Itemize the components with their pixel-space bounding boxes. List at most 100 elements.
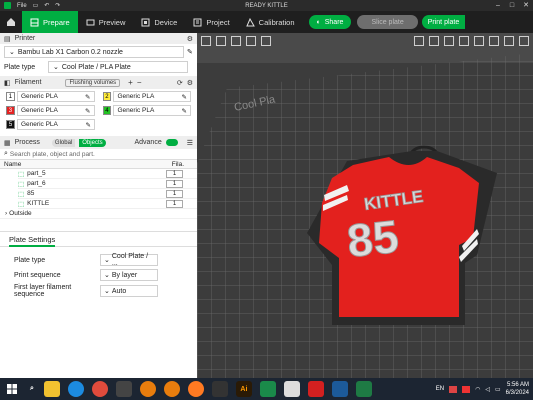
filament-index[interactable]: 1 (166, 169, 183, 178)
print-plate-button[interactable]: Print plate (421, 15, 466, 29)
filament-settings-icon[interactable]: ⚙ (187, 79, 193, 87)
flushing-volumes-button[interactable]: Flushing volumes (65, 78, 121, 87)
name-column-header[interactable]: Name (4, 161, 21, 168)
save-icon[interactable]: ▭ (33, 2, 39, 9)
advance-switch[interactable] (165, 139, 178, 146)
sketchup-icon[interactable] (331, 381, 348, 397)
print-sequence-select[interactable]: ⌄ By layer (100, 269, 158, 281)
printer-settings-icon[interactable]: ⚙ (187, 35, 193, 43)
edit-printer-icon[interactable]: ✎ (187, 48, 193, 56)
filament-slot-1-color[interactable]: 1 (6, 92, 15, 101)
move-icon[interactable] (414, 36, 424, 46)
grid-icon[interactable] (216, 36, 226, 46)
chrome-icon[interactable] (91, 381, 108, 397)
filament-slot-1-select[interactable]: Generic PLA ✎ (16, 91, 95, 102)
layout-icon[interactable] (261, 36, 271, 46)
filament-slot-4-select[interactable]: Generic PLA ✎ (113, 105, 191, 116)
arrange-icon[interactable] (231, 36, 241, 46)
filament-slot-5-select[interactable]: Generic PLA ✎ (17, 119, 95, 130)
sync-icon[interactable]: ⟳ (177, 79, 183, 87)
store-icon[interactable] (115, 381, 132, 397)
plate-settings-title[interactable]: Plate Settings (9, 235, 56, 247)
filament-slot-4-color[interactable]: 4 (102, 106, 112, 115)
cut-icon[interactable] (459, 36, 469, 46)
volume-icon[interactable]: ◁ (485, 386, 490, 393)
edit-icon[interactable]: ✎ (182, 107, 187, 115)
support-icon[interactable] (474, 36, 484, 46)
filament-slot-3-color[interactable]: 3 (6, 106, 15, 115)
inkscape-icon[interactable] (211, 381, 228, 397)
chevron-down-icon: ⌄ (53, 64, 59, 71)
first-layer-sequence-select[interactable]: ⌄ Auto (100, 285, 158, 297)
maximize-icon[interactable]: □ (505, 0, 519, 11)
search-icon[interactable]: ⌕ (28, 381, 36, 397)
slice-plate-button[interactable]: Slice plate (357, 15, 418, 29)
filament-index[interactable]: 1 (166, 189, 183, 198)
edge-icon[interactable] (67, 381, 84, 397)
filament-slot-3-select[interactable]: Generic PLA ✎ (16, 105, 95, 116)
blender-icon[interactable] (139, 381, 156, 397)
blender-2-icon[interactable] (163, 381, 180, 397)
edit-icon[interactable]: ✎ (182, 93, 187, 101)
battery-icon[interactable]: ▭ (495, 386, 501, 393)
objects-toggle[interactable]: Objects (79, 138, 106, 147)
printer-select[interactable]: ⌄ Bambu Lab X1 Carbon 0.2 nozzle (4, 46, 184, 58)
acrobat-icon[interactable] (307, 381, 324, 397)
edit-icon[interactable]: ✎ (86, 121, 91, 129)
minimize-icon[interactable]: – (491, 0, 505, 11)
object-search-input[interactable]: Search plate, object and part. (10, 151, 95, 158)
home-icon[interactable] (0, 11, 22, 33)
language-indicator[interactable]: EN (436, 386, 444, 392)
rotate-icon[interactable] (429, 36, 439, 46)
process-list-icon[interactable]: ☰ (187, 139, 193, 147)
tab-prepare[interactable]: Prepare (22, 11, 78, 33)
measure-icon[interactable] (519, 36, 529, 46)
share-button[interactable]: ◐ Share (308, 15, 352, 29)
advance-label: Advance (134, 139, 162, 146)
file-explorer-icon[interactable] (43, 381, 60, 397)
bambu-studio-icon[interactable] (259, 381, 276, 397)
filament-index[interactable]: 1 (166, 199, 183, 208)
preview-icon (86, 18, 95, 27)
plate-type-select[interactable]: ⌄ Cool Plate / PLA Plate (48, 61, 188, 73)
edit-icon[interactable]: ✎ (85, 107, 90, 115)
tab-preview[interactable]: Preview (78, 11, 134, 33)
gmail-icon[interactable] (449, 385, 458, 393)
tray-app-icon[interactable] (462, 385, 471, 393)
tree-row-part-5[interactable]: ⬚ part_5 1 (18, 169, 197, 179)
fila-column-header[interactable]: Fila. (172, 161, 184, 168)
remove-filament-icon[interactable]: − (137, 78, 142, 87)
filament-slot-2-select[interactable]: Generic PLA ✎ (113, 91, 191, 102)
seam-icon[interactable] (489, 36, 499, 46)
orient-icon[interactable] (246, 36, 256, 46)
tab-project[interactable]: Project (185, 11, 237, 33)
plate-type-setting-select[interactable]: ⌄ Cool Plate / ... (100, 253, 158, 267)
redo-icon[interactable]: ↷ (55, 2, 60, 9)
text-icon[interactable] (504, 36, 514, 46)
tree-row-kittle[interactable]: ⬚ KITTLE 1 (18, 199, 197, 209)
excel-icon[interactable] (355, 381, 372, 397)
tab-calibration[interactable]: Calibration (238, 11, 303, 33)
undo-icon[interactable]: ↶ (44, 2, 49, 9)
3d-viewport[interactable]: Cool Pla KITTLE 85 (197, 33, 533, 378)
filament-slot-5-color[interactable]: 5 (6, 120, 15, 129)
clock[interactable]: 5:56 AM 6/3/2024 (506, 381, 529, 397)
tree-row-part-6[interactable]: ⬚ part_6 1 (18, 179, 197, 189)
filament-index[interactable]: 1 (166, 179, 183, 188)
add-object-icon[interactable] (201, 36, 211, 46)
global-toggle[interactable]: Global (51, 138, 76, 147)
tree-row-85[interactable]: ⬚ 85 1 (18, 189, 197, 199)
windows-start-icon[interactable] (4, 381, 20, 397)
filament-slot-2-color[interactable]: 2 (102, 92, 112, 101)
wifi-icon[interactable]: ◠ (475, 386, 480, 393)
tree-row-outside[interactable]: › Outside (0, 209, 197, 219)
app-icon[interactable] (283, 381, 300, 397)
file-menu[interactable]: File (17, 3, 27, 9)
add-filament-icon[interactable]: + (128, 78, 133, 87)
firefox-icon[interactable] (187, 381, 204, 397)
scale-icon[interactable] (444, 36, 454, 46)
close-icon[interactable]: ✕ (519, 0, 533, 11)
edit-icon[interactable]: ✎ (85, 93, 90, 101)
illustrator-icon[interactable]: Ai (235, 381, 252, 397)
tab-device[interactable]: Device (133, 11, 185, 33)
